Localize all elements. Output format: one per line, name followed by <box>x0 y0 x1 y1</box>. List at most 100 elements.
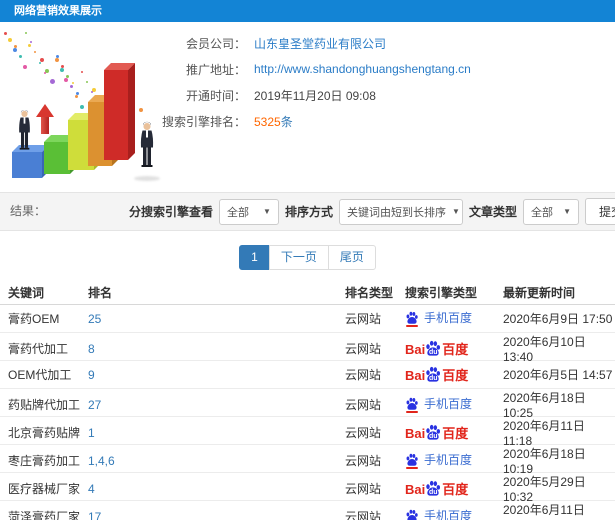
member-company-label: 会员公司： <box>185 36 246 51</box>
title-bar: 网络营销效果展示 <box>0 0 615 22</box>
header-updated: 最新更新时间 <box>503 286 576 300</box>
submit-button[interactable]: 提交 <box>584 198 615 225</box>
updated-time-cell: 2020年6月5日 14:57 <box>503 368 613 382</box>
baidu-paw-icon: du <box>425 480 441 497</box>
engine-type-cell: Bai du 百度 <box>405 366 503 383</box>
rank-link[interactable]: 25 <box>88 312 345 326</box>
engine-rank-row: 搜索引擎排名： 5325条 <box>162 113 471 130</box>
keyword-cell: 膏药OEM <box>8 312 60 326</box>
engine-type-cell: Bai du 百度 <box>405 424 503 441</box>
mobile-baidu-logo: 手机百度 <box>405 451 472 469</box>
article-type-value: 全部 <box>530 206 553 219</box>
baidu-paw-icon <box>405 509 419 520</box>
sort-select[interactable]: 关键词由短到长排序 ▼ <box>338 198 463 225</box>
engine-rank-value[interactable]: 5325条 <box>254 113 293 130</box>
rank-type-cell: 云网站 <box>345 368 382 382</box>
header-rank: 排名 <box>88 286 113 300</box>
baidu-paw-icon: du <box>425 366 441 383</box>
sort-label: 排序方式 <box>284 205 333 219</box>
keyword-cell: 北京膏药贴牌 <box>8 426 81 440</box>
baidu-logo: Bai du 百度 <box>405 340 469 357</box>
engine-type-cell: 手机百度 <box>405 395 503 414</box>
mobile-baidu-logo: 手机百度 <box>405 309 472 327</box>
rank-type-cell: 云网站 <box>345 454 382 468</box>
engine-type-cell: 手机百度 <box>405 309 503 328</box>
baidu-logo: Bai du 百度 <box>405 366 469 383</box>
table-row: 菏泽膏药厂家 17 云网站 手机百度 2020年6月11日 11:40 <box>0 501 615 520</box>
open-time-row: 开通时间： 2019年11月20日 09:08 <box>162 88 471 103</box>
chevron-down-icon: ▼ <box>263 207 271 216</box>
promo-url-row: 推广地址： http://www.shandonghuangshengtang.… <box>162 62 471 77</box>
table-row: 枣庄膏药加工 1,4,6 云网站 手机百度 2020年6月18日 10:19 <box>0 445 615 476</box>
engine-type-cell: 手机百度 <box>405 451 503 470</box>
article-type-label: 文章类型 <box>468 205 517 219</box>
keyword-rank-table: 关键词 排名 排名类型 搜索引擎类型 最新更新时间 膏药OEM 25 云网站 手… <box>0 281 615 520</box>
rank-link[interactable]: 27 <box>88 398 345 412</box>
baidu-paw-icon: du <box>425 424 441 441</box>
rank-link[interactable]: 4 <box>88 482 345 496</box>
filter-bar: 结果： 分搜索引擎查看 全部 ▼ 排序方式 关键词由短到长排序 ▼ 文章类型 全… <box>0 192 615 231</box>
page-title: 网络营销效果展示 <box>14 5 102 17</box>
updated-time-cell: 2020年6月11日 11:18 <box>503 419 585 448</box>
keyword-cell: 菏泽膏药厂家 <box>8 510 81 520</box>
table-row: 医疗器械厂家 4 云网站 Bai du 百度 2020年5月29日 10:32 <box>0 473 615 504</box>
result-label: 结果： <box>10 204 47 218</box>
table-row: 北京膏药贴牌 1 云网站 Bai du 百度 2020年6月11日 11:18 <box>0 417 615 448</box>
updated-time-cell: 2020年6月9日 17:50 <box>503 312 613 326</box>
keyword-cell: 枣庄膏药加工 <box>8 454 81 468</box>
rank-type-cell: 云网站 <box>345 312 382 326</box>
engine-type-cell: Bai du 百度 <box>405 340 503 357</box>
engine-rank-label: 搜索引擎排名： <box>162 114 247 129</box>
open-time-value: 2019年11月20日 09:08 <box>254 88 376 103</box>
engine-type-cell: 手机百度 <box>405 507 503 520</box>
engine-type-cell: Bai du 百度 <box>405 480 503 497</box>
header-keyword: 关键词 <box>8 286 45 300</box>
engine-filter-select[interactable]: 全部 ▼ <box>218 198 279 225</box>
rank-count: 5325 <box>254 114 281 129</box>
rank-type-cell: 云网站 <box>345 426 382 440</box>
last-page-button[interactable]: 尾页 <box>327 245 376 270</box>
chevron-down-icon: ▼ <box>563 207 571 216</box>
table-body: 膏药OEM 25 云网站 手机百度 2020年6月9日 17:50 膏药代加工 … <box>0 305 615 520</box>
businessman-left-icon <box>19 110 30 150</box>
page-1-button[interactable]: 1 <box>239 245 270 270</box>
bar-red <box>104 70 128 160</box>
keyword-cell: 医疗器械厂家 <box>8 482 81 496</box>
member-company-row: 会员公司： 山东皇圣堂药业有限公司 <box>162 35 471 52</box>
rank-link[interactable]: 8 <box>88 342 345 356</box>
header-engine-type: 搜索引擎类型 <box>405 286 478 300</box>
table-header-row: 关键词 排名 排名类型 搜索引擎类型 最新更新时间 <box>0 281 615 305</box>
bar-green <box>44 142 70 174</box>
baidu-paw-icon <box>405 453 419 469</box>
article-type-select[interactable]: 全部 ▼ <box>522 198 579 225</box>
rank-link[interactable]: 17 <box>88 510 345 520</box>
keyword-cell: OEM代加工 <box>8 368 72 382</box>
rank-link[interactable]: 1 <box>88 426 345 440</box>
table-row: 膏药代加工 8 云网站 Bai du 百度 2020年6月10日 13:40 <box>0 333 615 364</box>
chevron-down-icon: ▼ <box>451 207 460 216</box>
baidu-logo: Bai du 百度 <box>405 424 469 441</box>
open-time-label: 开通时间： <box>185 88 246 103</box>
member-company-link[interactable]: 山东皇圣堂药业有限公司 <box>254 35 386 52</box>
rank-type-cell: 云网站 <box>345 342 382 356</box>
engine-filter-value: 全部 <box>226 206 249 219</box>
sort-value: 关键词由短到长排序 <box>346 206 446 219</box>
rank-type-cell: 云网站 <box>345 482 382 496</box>
baidu-paw-icon <box>405 311 419 327</box>
updated-time-cell: 2020年6月10日 13:40 <box>503 335 586 364</box>
updated-time-cell: 2020年6月18日 10:25 <box>503 391 586 420</box>
growth-arrow-icon <box>36 104 54 134</box>
baidu-paw-icon <box>405 397 419 413</box>
table-row: 药贴牌代加工 27 云网站 手机百度 2020年6月18日 10:25 <box>0 389 615 420</box>
filter-controls: 分搜索引擎查看 全部 ▼ 排序方式 关键词由短到长排序 ▼ 文章类型 全部 ▼ … <box>129 193 615 230</box>
rank-link[interactable]: 9 <box>88 368 345 382</box>
promo-url-link[interactable]: http://www.shandonghuangshengtang.cn <box>254 62 471 76</box>
next-page-button[interactable]: 下一页 <box>268 245 329 270</box>
bar-blue <box>12 152 42 178</box>
rank-unit: 条 <box>280 114 293 129</box>
baidu-logo: Bai du 百度 <box>405 480 469 497</box>
keyword-cell: 药贴牌代加工 <box>8 398 81 412</box>
rank-link[interactable]: 1,4,6 <box>88 454 345 468</box>
mobile-baidu-logo: 手机百度 <box>405 395 472 413</box>
header-rank-type: 排名类型 <box>345 286 394 300</box>
